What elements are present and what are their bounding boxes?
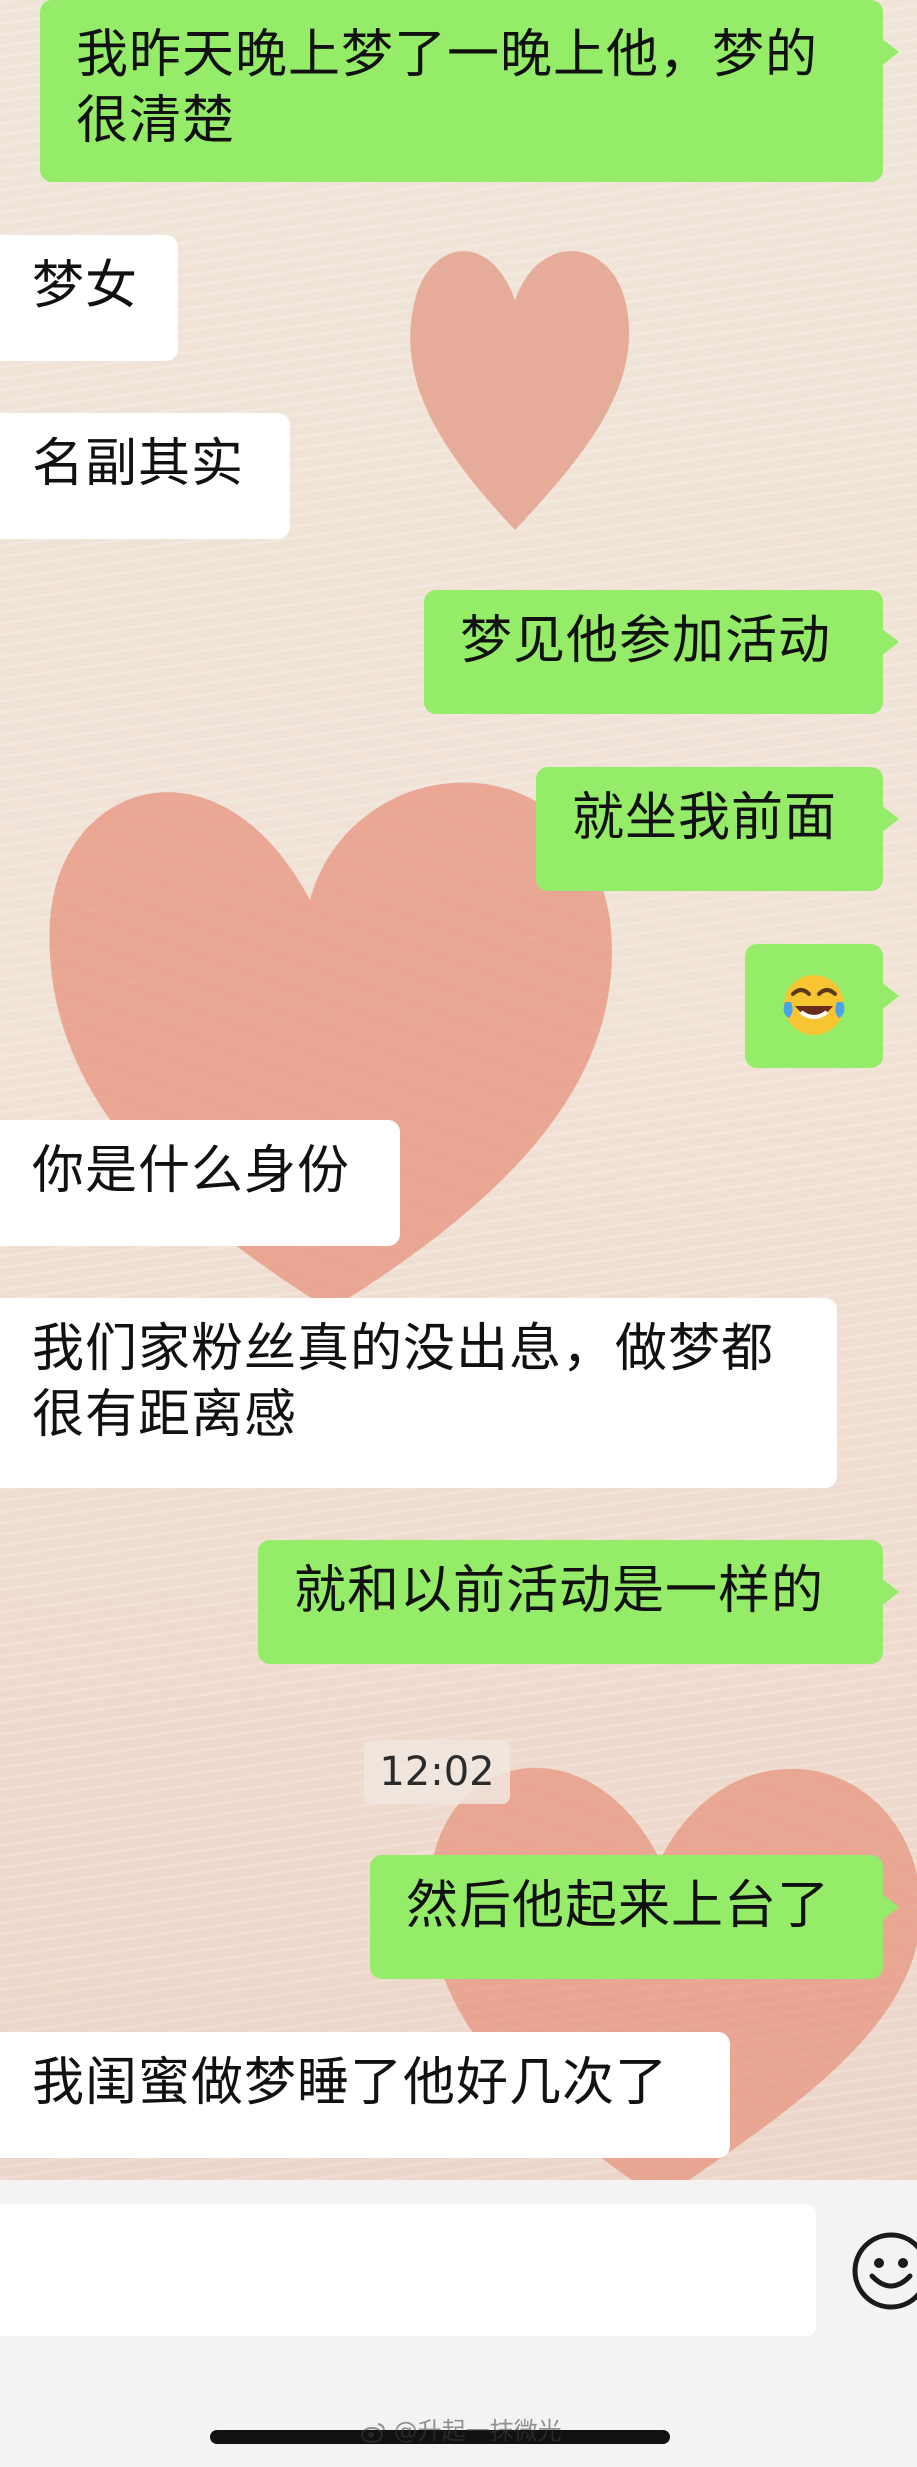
watermark-text: @升起一抹微光: [393, 2417, 562, 2445]
message-bubble-incoming[interactable]: 我闺蜜做梦睡了他好几次了: [0, 2032, 730, 2158]
smiley-icon[interactable]: [850, 2230, 917, 2312]
message-bubble-outgoing[interactable]: 我昨天晚上梦了一晚上他，梦的很清楚: [40, 0, 899, 182]
message-text: 我们家粉丝真的没出息，做梦都很有距离感: [32, 1319, 775, 1445]
message-bubble-outgoing[interactable]: 就坐我前面: [536, 767, 899, 891]
message-text: 你是什么身份: [32, 1141, 351, 1201]
message-bubble-incoming[interactable]: 我们家粉丝真的没出息，做梦都很有距离感: [0, 1298, 837, 1488]
face-with-tears-of-joy-icon: [783, 975, 845, 1035]
message-text: 然后他起来上台了: [406, 1876, 831, 1936]
message-text: 名副其实: [32, 434, 245, 494]
message-bubble-incoming[interactable]: 梦女: [0, 235, 178, 361]
weibo-icon: [361, 2423, 385, 2443]
watermark: @升起一抹微光: [360, 2416, 562, 2446]
message-bubble-outgoing[interactable]: 梦见他参加活动: [424, 590, 899, 714]
message-timestamp: 12:02: [364, 1740, 510, 1804]
message-text: 我昨天晚上梦了一晚上他，梦的很清楚: [76, 25, 819, 151]
message-bubble-incoming[interactable]: 你是什么身份: [0, 1120, 400, 1246]
chat-input-bar: @升起一抹微光: [0, 2180, 917, 2467]
heart-decoration-small: [410, 251, 630, 530]
message-bubble-outgoing[interactable]: [745, 944, 899, 1068]
message-input[interactable]: [0, 2204, 816, 2336]
message-text: 梦女: [32, 256, 139, 316]
message-bubble-outgoing[interactable]: 就和以前活动是一样的: [258, 1540, 899, 1664]
message-text: 就坐我前面: [572, 788, 838, 848]
message-text: 我闺蜜做梦睡了他好几次了: [32, 2053, 669, 2113]
message-text: 梦见他参加活动: [460, 611, 832, 671]
message-text: 就和以前活动是一样的: [294, 1561, 825, 1621]
message-bubble-outgoing[interactable]: 然后他起来上台了: [370, 1855, 899, 1979]
message-bubble-incoming[interactable]: 名副其实: [0, 413, 290, 539]
